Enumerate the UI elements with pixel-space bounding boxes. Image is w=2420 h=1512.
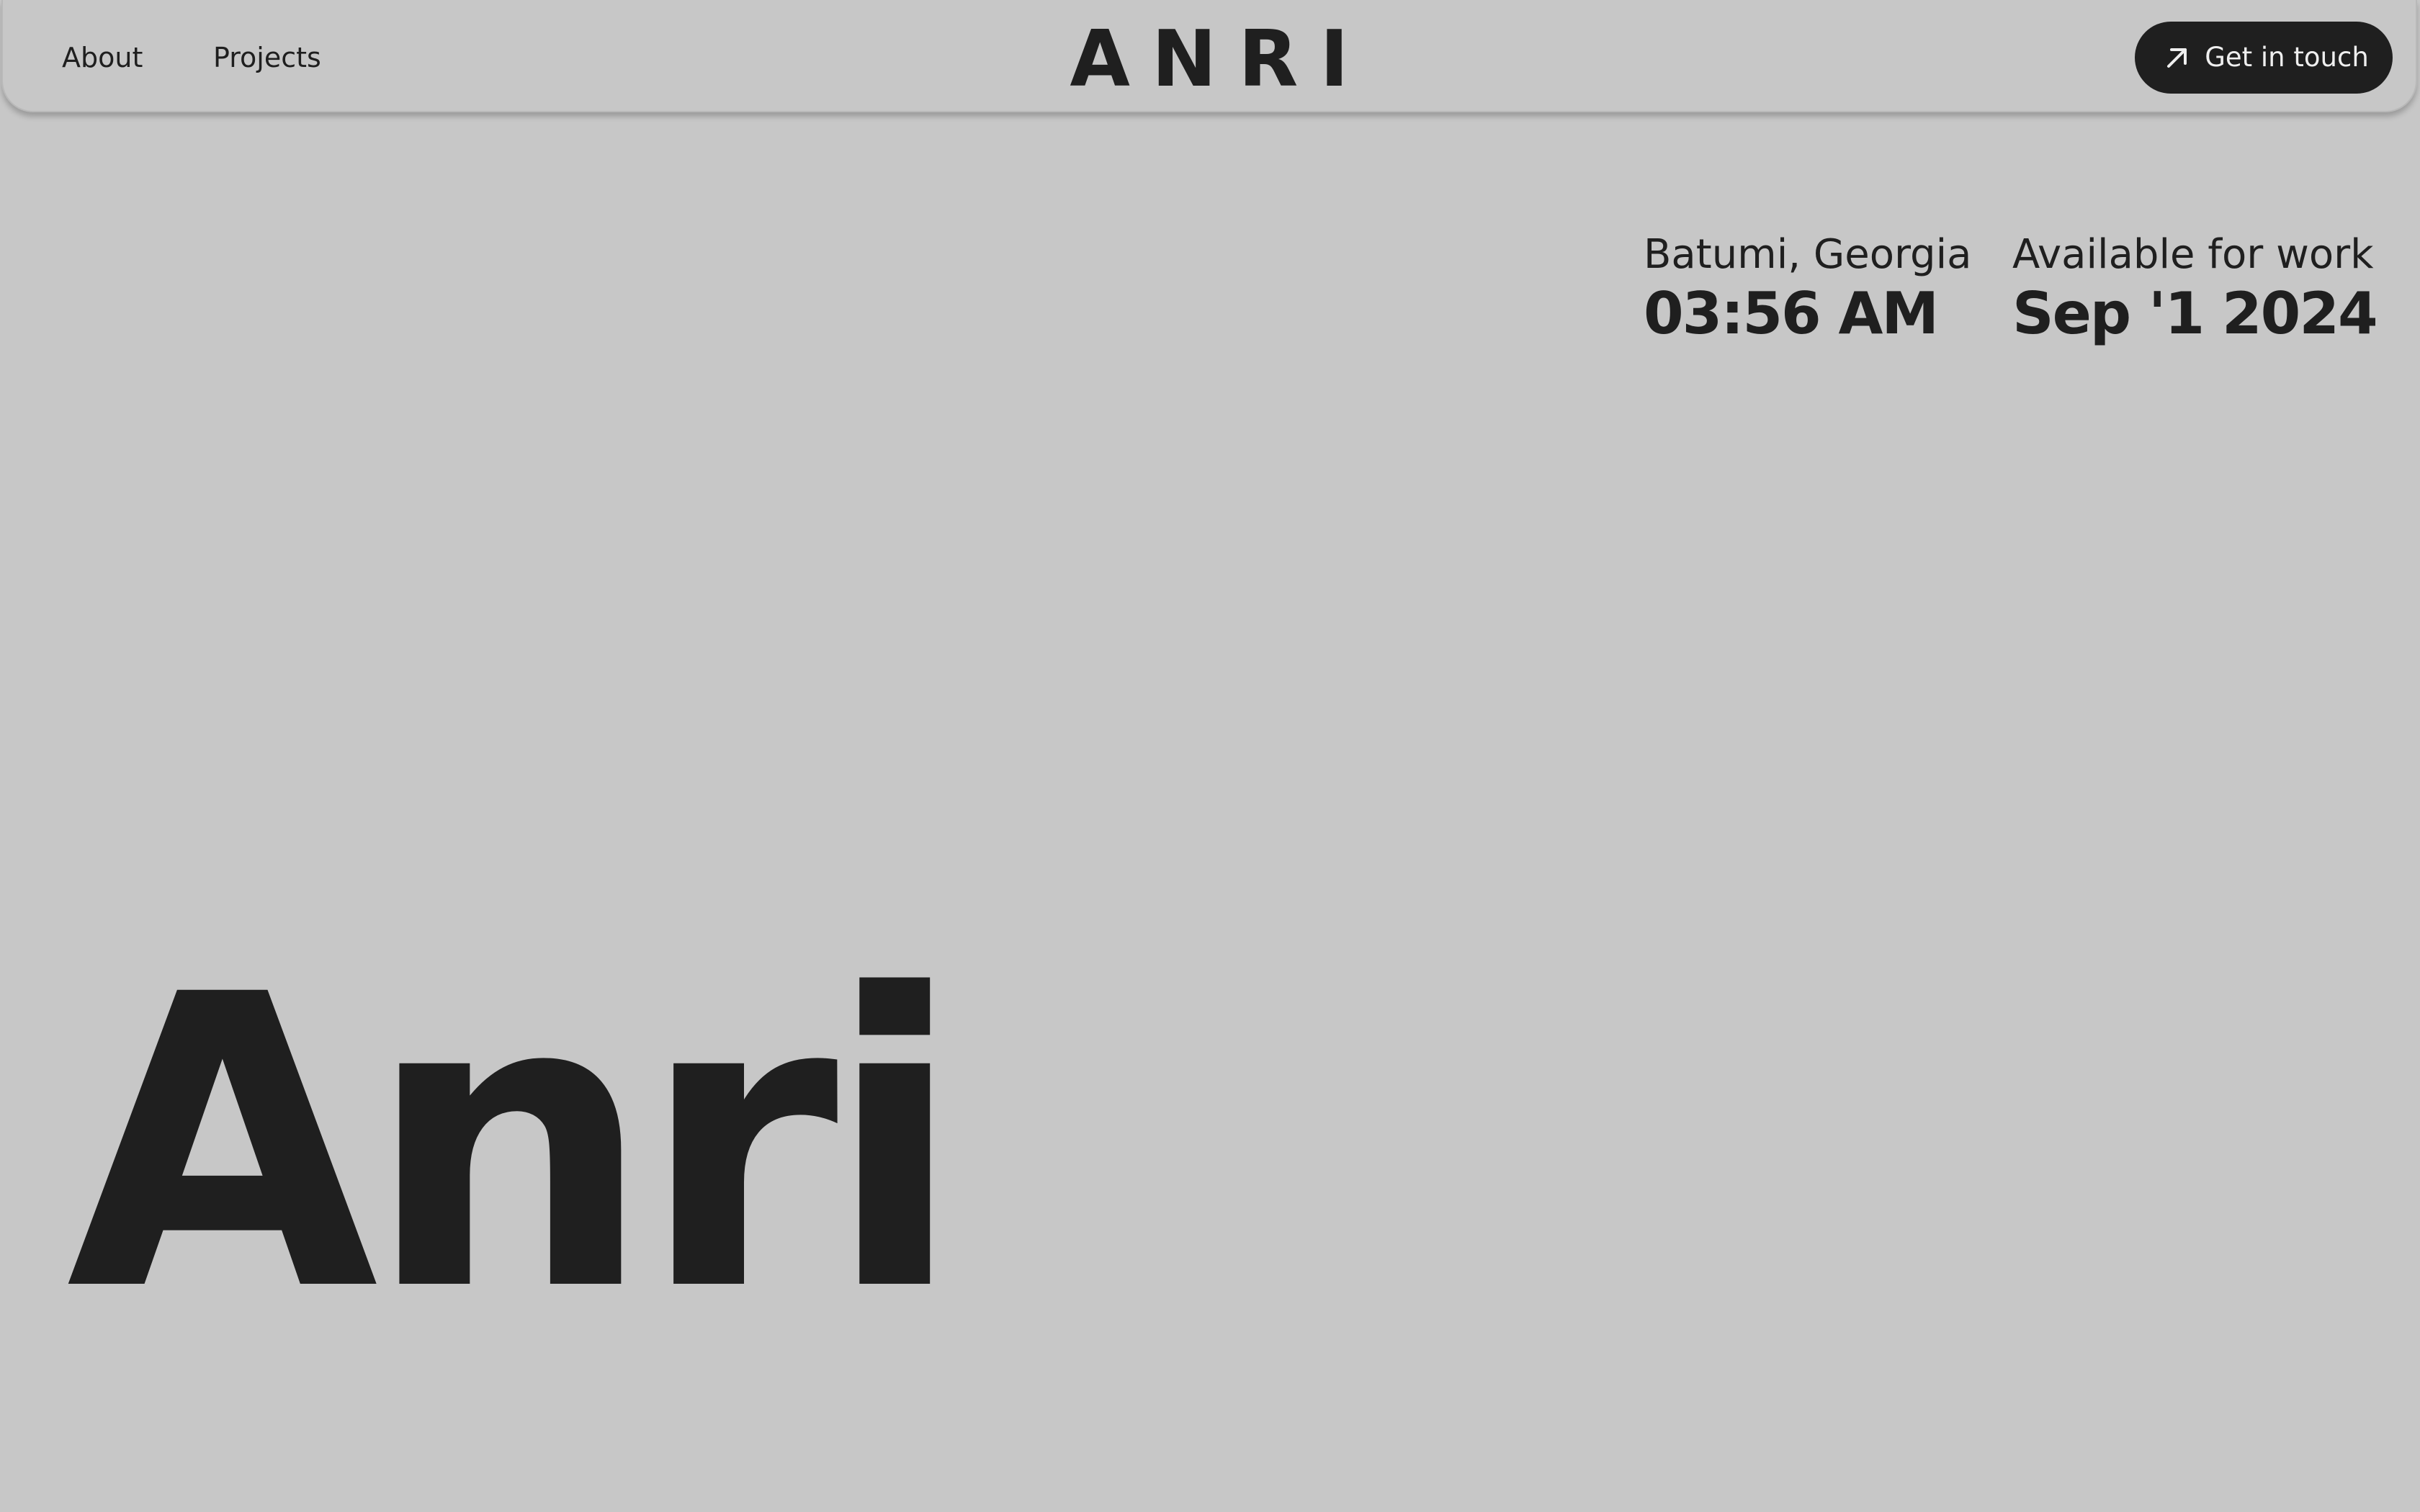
site-logo[interactable]: ANRI: [3, 13, 2416, 107]
get-in-touch-button[interactable]: Get in touch: [2135, 22, 2393, 94]
availability-label: Available for work: [2012, 231, 2374, 278]
page: About Projects ANRI Get in touch Batumi,…: [0, 0, 2420, 1512]
local-time: 03:56 AM: [1644, 280, 1939, 347]
hero-title: Anri: [66, 910, 964, 1380]
top-header: About Projects ANRI Get in touch: [1, 0, 2417, 112]
availability-block: Available for work Sep '1 2024: [2012, 230, 2378, 348]
availability-date: Sep '1 2024: [2012, 280, 2378, 347]
location-block: Batumi, Georgia 03:56 AM: [1644, 230, 1971, 348]
get-in-touch-label: Get in touch: [2205, 42, 2369, 73]
location-label: Batumi, Georgia: [1644, 231, 1972, 278]
arrow-up-right-icon: [2163, 43, 2192, 72]
